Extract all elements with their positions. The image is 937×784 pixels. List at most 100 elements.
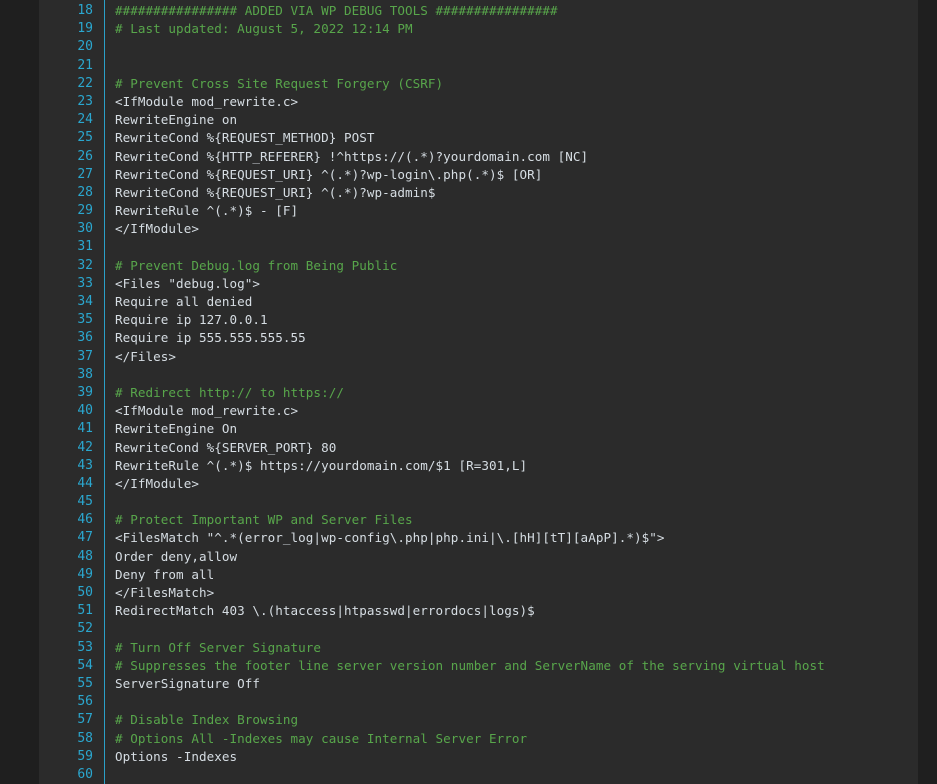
code-line[interactable]: 40 <IfModule mod_rewrite.c> — [39, 402, 918, 420]
code-line[interactable]: 58 # Options All -Indexes may cause Inter… — [39, 730, 918, 748]
line-number: 52 — [77, 621, 93, 637]
code-line[interactable]: 37 </Files> — [39, 348, 918, 366]
code-line[interactable]: 42 RewriteCond %{SERVER_PORT} 80 — [39, 439, 918, 457]
code-line[interactable]: 60 — [39, 766, 918, 784]
code-line[interactable]: 27 RewriteCond %{REQUEST_URI} ^(.*)?wp-lo… — [39, 166, 918, 184]
code-editor[interactable]: 18 ################ ADDED VIA WP DEBUG TO… — [39, 0, 918, 784]
code-text: </IfModule> — [115, 221, 199, 237]
line-number: 28 — [77, 184, 93, 200]
code-line[interactable]: 25 RewriteCond %{REQUEST_METHOD} POST — [39, 129, 918, 147]
line-number: 19 — [77, 21, 93, 37]
line-number: 25 — [77, 130, 93, 146]
line-number: 59 — [77, 748, 93, 764]
code-text: <Files "debug.log"> — [115, 275, 261, 291]
code-text: ServerSignature Off — [115, 675, 261, 691]
code-line[interactable]: 34 Require all denied — [39, 293, 918, 311]
code-comment: # Redirect http:// to https:// — [115, 384, 344, 400]
code-text: Order deny,allow — [115, 548, 238, 564]
code-comment: ################ ADDED VIA WP DEBUG TOOL… — [115, 3, 558, 18]
line-number: 35 — [77, 312, 93, 328]
code-line[interactable]: 20 — [39, 38, 918, 56]
code-line[interactable]: 39 # Redirect http:// to https:// — [39, 384, 918, 402]
line-number: 43 — [77, 457, 93, 473]
line-number: 24 — [77, 112, 93, 128]
code-text: Require ip 127.0.0.1 — [115, 312, 268, 328]
code-comment: # Protect Important WP and Server Files — [115, 512, 413, 528]
code-line[interactable]: 44 </IfModule> — [39, 475, 918, 493]
code-line[interactable]: 51 RedirectMatch 403 \.(htaccess|htpasswd… — [39, 602, 918, 620]
code-line[interactable]: 26 RewriteCond %{HTTP_REFERER} !^https://… — [39, 148, 918, 166]
code-text: RewriteCond %{SERVER_PORT} 80 — [115, 439, 337, 455]
code-text: RewriteCond %{REQUEST_METHOD} POST — [115, 130, 375, 146]
code-line[interactable]: 38 — [39, 366, 918, 384]
code-line[interactable]: 48 Order deny,allow — [39, 548, 918, 566]
code-line[interactable]: 49 Deny from all — [39, 566, 918, 584]
line-number: 41 — [77, 421, 93, 437]
line-number: 42 — [77, 439, 93, 455]
code-line[interactable]: 41 RewriteEngine On — [39, 420, 918, 438]
code-line[interactable]: 19 # Last updated: August 5, 2022 12:14 P… — [39, 20, 918, 38]
code-line[interactable]: 54 # Suppresses the footer line server ve… — [39, 657, 918, 675]
code-comment: # Disable Index Browsing — [115, 712, 299, 728]
line-number: 54 — [77, 657, 93, 673]
line-number: 34 — [77, 294, 93, 309]
code-line[interactable]: 23 <IfModule mod_rewrite.c> — [39, 93, 918, 111]
code-line[interactable]: 52 — [39, 620, 918, 638]
code-text: <IfModule mod_rewrite.c> — [115, 403, 299, 419]
code-line[interactable]: 21 — [39, 57, 918, 75]
code-line[interactable]: 50 </FilesMatch> — [39, 584, 918, 602]
code-comment: # Prevent Cross Site Request Forgery (CS… — [115, 75, 444, 91]
line-number: 39 — [77, 384, 93, 400]
line-number: 38 — [77, 366, 93, 382]
code-line[interactable]: 55 ServerSignature Off — [39, 675, 918, 693]
code-text: Deny from all — [115, 566, 215, 582]
code-line[interactable]: 56 — [39, 693, 918, 711]
code-line[interactable]: 53 # Turn Off Server Signature — [39, 639, 918, 657]
code-line[interactable]: 35 Require ip 127.0.0.1 — [39, 311, 918, 329]
code-line[interactable]: 45 — [39, 493, 918, 511]
line-number: 51 — [77, 603, 93, 619]
line-number: 31 — [77, 239, 93, 255]
code-line[interactable]: 36 Require ip 555.555.555.55 — [39, 329, 918, 347]
code-line[interactable]: 24 RewriteEngine on — [39, 111, 918, 129]
line-number: 45 — [77, 494, 93, 510]
line-number: 20 — [77, 39, 93, 55]
line-number: 26 — [77, 148, 93, 164]
code-text: RewriteEngine on — [115, 112, 238, 128]
code-line[interactable]: 22 # Prevent Cross Site Request Forgery (… — [39, 75, 918, 93]
code-lines: 18 ################ ADDED VIA WP DEBUG TO… — [39, 2, 918, 784]
code-comment: # Suppresses the footer line server vers… — [115, 657, 825, 673]
line-number: 23 — [77, 93, 93, 109]
code-line[interactable]: 28 RewriteCond %{REQUEST_URI} ^(.*)?wp-ad… — [39, 184, 918, 202]
line-number: 53 — [77, 639, 93, 655]
line-number: 22 — [77, 75, 93, 91]
code-text: </FilesMatch> — [115, 585, 215, 600]
line-number: 55 — [77, 675, 93, 691]
code-line[interactable]: 43 RewriteRule ^(.*)$ https://yourdomain.… — [39, 457, 918, 475]
code-line[interactable]: 30 </IfModule> — [39, 220, 918, 238]
line-number: 29 — [77, 203, 93, 219]
line-number: 37 — [77, 348, 93, 364]
code-line[interactable]: 33 <Files "debug.log"> — [39, 275, 918, 293]
code-line[interactable]: 46 # Protect Important WP and Server File… — [39, 511, 918, 529]
code-text: <IfModule mod_rewrite.c> — [115, 93, 299, 109]
line-number: 21 — [77, 57, 93, 73]
code-line[interactable]: 29 RewriteRule ^(.*)$ - [F] — [39, 202, 918, 220]
line-number: 49 — [77, 566, 93, 582]
code-line[interactable]: 57 # Disable Index Browsing — [39, 711, 918, 729]
code-line[interactable]: 18 ################ ADDED VIA WP DEBUG TO… — [39, 2, 918, 20]
code-text: RedirectMatch 403 \.(htaccess|htpasswd|e… — [115, 603, 535, 619]
code-line[interactable]: 32 # Prevent Debug.log from Being Public — [39, 257, 918, 275]
code-line[interactable]: 59 Options -Indexes — [39, 748, 918, 766]
code-line[interactable]: 47 <FilesMatch "^.*(error_log|wp-config\.… — [39, 529, 918, 547]
code-text: </Files> — [115, 348, 177, 364]
line-number: 58 — [77, 730, 93, 746]
code-line[interactable]: 31 — [39, 238, 918, 256]
code-text: Options -Indexes — [115, 748, 238, 764]
